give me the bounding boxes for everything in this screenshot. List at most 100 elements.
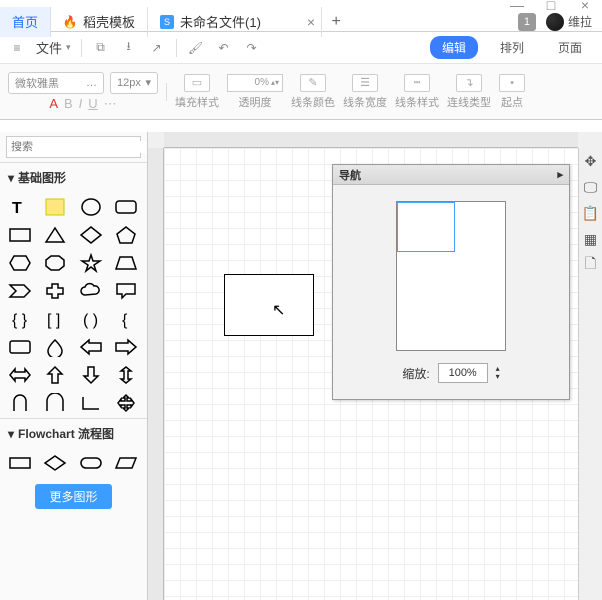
shape-arrow-down[interactable] (75, 362, 107, 388)
shape-rounded-rect[interactable] (110, 194, 142, 220)
shape-drop[interactable] (39, 334, 71, 360)
download-icon[interactable]: ⭳ (120, 39, 138, 57)
shape-star[interactable] (75, 250, 107, 276)
opacity-input[interactable]: 0%▴▾ (227, 74, 283, 92)
shape-paren[interactable]: ( ) (75, 306, 107, 332)
shape-plus[interactable] (39, 278, 71, 304)
svg-text:T: T (12, 200, 22, 217)
right-toolbar: ✥ 🖵 📋 ▦ 🗋 (578, 148, 602, 600)
navigator-viewport[interactable] (397, 202, 455, 252)
screen-icon[interactable]: 🖵 (582, 178, 600, 196)
shape-arrow-quad[interactable] (110, 390, 142, 416)
opacity-button[interactable]: 0%▴▾透明度 (227, 74, 283, 110)
collapse-icon[interactable]: ▸ (557, 168, 563, 181)
shape-search[interactable]: 🔍 (6, 136, 141, 158)
shape-triangle[interactable] (39, 222, 71, 248)
tab-template[interactable]: 🔥 稻壳模板 (51, 7, 148, 37)
category-flowchart-header[interactable]: ▾Flowchart 流程图 (0, 418, 147, 448)
tab-close-button[interactable]: × (307, 14, 315, 30)
mode-page-button[interactable]: 页面 (546, 36, 594, 59)
basic-shapes-grid: T { } [ ] ( ) { (0, 192, 147, 418)
shape-brace-single[interactable]: { (110, 306, 142, 332)
tab-home[interactable]: 首页 (0, 7, 51, 37)
shape-circle[interactable] (75, 194, 107, 220)
minimize-button[interactable]: — (510, 0, 524, 13)
maximize-button[interactable]: □ (544, 0, 558, 13)
export-icon[interactable]: ↗ (148, 39, 166, 57)
shape-hexagon[interactable] (4, 250, 36, 276)
more-shapes-button[interactable]: 更多图形 (35, 484, 111, 509)
tab-document[interactable]: S 未命名文件(1) × (148, 7, 322, 37)
file-menu[interactable]: 文件 ▾ (36, 38, 71, 57)
undo-icon[interactable]: ↶ (215, 39, 233, 57)
shape-corner[interactable] (75, 390, 107, 416)
shape-trapezoid[interactable] (110, 250, 142, 276)
tab-counter-badge[interactable]: 1 (518, 13, 536, 31)
category-basic-header[interactable]: ▾基础图形 (0, 162, 147, 192)
shape-chevron[interactable] (4, 278, 36, 304)
shape-arrow-left[interactable] (75, 334, 107, 360)
shape-callout[interactable] (110, 278, 142, 304)
line-style-button[interactable]: ┅线条样式 (395, 74, 439, 110)
shape-arch[interactable] (39, 390, 71, 416)
connector-label: 连线类型 (447, 94, 491, 110)
shape-brace-left[interactable]: { } (4, 306, 36, 332)
start-point-button[interactable]: •起点 (499, 74, 525, 110)
line-width-button[interactable]: ☰线条宽度 (343, 74, 387, 110)
underline-button[interactable]: U (88, 96, 97, 112)
shape-process[interactable] (4, 450, 36, 476)
shape-uturn[interactable] (4, 390, 36, 416)
shape-terminator[interactable] (75, 450, 107, 476)
bold-button[interactable]: B (64, 96, 73, 112)
canvas[interactable]: ↖ 导航 ▸ 缩放: 100% ▴▾ (164, 148, 578, 600)
font-size-select[interactable]: 12px ▾ (110, 72, 158, 94)
font-select[interactable]: 微软雅黑 … (8, 72, 104, 94)
redo-icon[interactable]: ↷ (243, 39, 261, 57)
mode-arrange-button[interactable]: 排列 (488, 36, 536, 59)
navigator-preview[interactable] (396, 201, 506, 351)
grid-icon[interactable]: ▦ (582, 230, 600, 248)
shape-diamond[interactable] (75, 222, 107, 248)
shape-arrow-up[interactable] (39, 362, 71, 388)
shape-data[interactable] (110, 450, 142, 476)
caret-down-icon: ▾ (145, 76, 151, 89)
copy-icon[interactable]: ⧉ (92, 39, 110, 57)
ruler-vertical[interactable] (148, 148, 164, 600)
fill-style-button[interactable]: ▭填充样式 (175, 74, 219, 110)
shape-octagon[interactable] (39, 250, 71, 276)
add-tab-button[interactable]: + (322, 13, 350, 31)
shape-decision[interactable] (39, 450, 71, 476)
mode-edit-button[interactable]: 编辑 (430, 36, 478, 59)
shape-card[interactable] (4, 334, 36, 360)
line-style-label: 线条样式 (395, 94, 439, 110)
shape-arrow-right[interactable] (110, 334, 142, 360)
more-text-icon[interactable]: ⋯ (104, 96, 117, 112)
category-flowchart-label: Flowchart 流程图 (18, 425, 114, 442)
shape-bracket[interactable]: [ ] (39, 306, 71, 332)
clipboard-icon[interactable]: 📋 (582, 204, 600, 222)
shape-arrow-biup[interactable] (110, 362, 142, 388)
ruler-horizontal[interactable] (164, 132, 578, 148)
navigator-panel[interactable]: 导航 ▸ 缩放: 100% ▴▾ (332, 164, 570, 400)
shape-pentagon[interactable] (110, 222, 142, 248)
shape-rect[interactable] (4, 222, 36, 248)
zoom-stepper[interactable]: ▴▾ (496, 365, 500, 381)
page-icon[interactable]: 🗋 (582, 256, 600, 274)
user-avatar[interactable] (546, 13, 564, 31)
navigator-header[interactable]: 导航 ▸ (333, 165, 569, 185)
close-window-button[interactable]: × (578, 0, 592, 13)
zoom-input[interactable]: 100% (438, 363, 488, 383)
format-painter-icon[interactable]: 🖌 (187, 39, 205, 57)
shape-text[interactable]: T (4, 194, 36, 220)
shape-arrow-biright[interactable] (4, 362, 36, 388)
canvas-rectangle-shape[interactable] (224, 274, 314, 336)
menu-icon[interactable]: ≡ (8, 39, 26, 57)
connector-type-button[interactable]: ↴连线类型 (447, 74, 491, 110)
text-color-button[interactable]: A (49, 96, 58, 112)
shape-note[interactable] (39, 194, 71, 220)
search-input[interactable] (11, 141, 148, 153)
italic-button[interactable]: I (79, 96, 83, 112)
shape-cloud[interactable] (75, 278, 107, 304)
target-icon[interactable]: ✥ (582, 152, 600, 170)
line-color-button[interactable]: ✎线条颜色 (291, 74, 335, 110)
